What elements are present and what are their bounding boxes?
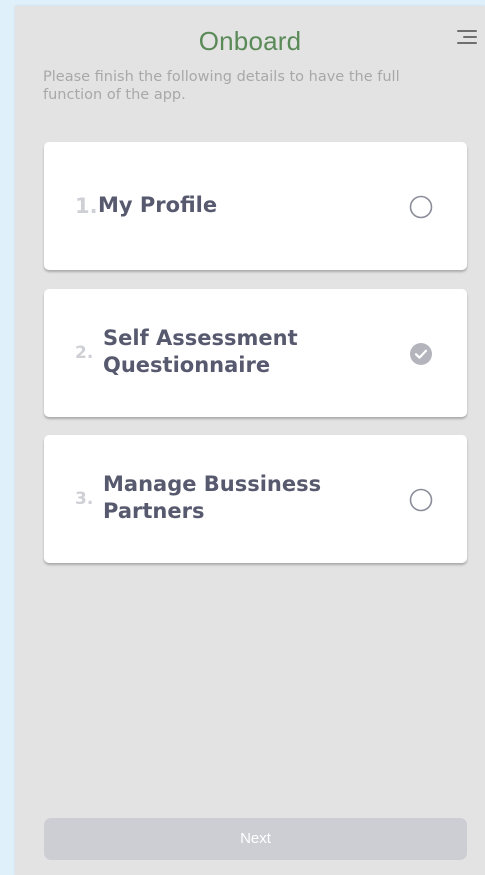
step-card-business-partners[interactable]: 3. Manage Bussiness Partners: [44, 435, 467, 563]
intro-text: Please finish the following details to h…: [43, 69, 400, 103]
step-number: 2.: [75, 343, 94, 363]
onboard-screen: Onboard Please finish the following deta…: [15, 6, 485, 875]
step-label: Manage Bussiness Partners: [103, 472, 322, 523]
menu-icon: [457, 30, 477, 44]
step-label: Self Assessment Questionnaire: [103, 326, 298, 377]
page-title: Onboard: [198, 26, 302, 56]
next-button[interactable]: Next: [44, 818, 467, 860]
check-circle-icon: [410, 343, 432, 365]
step-label: My Profile: [98, 193, 218, 217]
step-number: 3.: [75, 489, 94, 509]
empty-circle-icon: [409, 195, 433, 219]
step-card-self-assessment[interactable]: 2. Self Assessment Questionnaire: [44, 289, 467, 417]
menu-button[interactable]: [456, 28, 478, 46]
empty-circle-icon: [409, 488, 433, 512]
step-number: 1.: [75, 194, 98, 218]
step-card-my-profile[interactable]: 1. My Profile: [44, 142, 467, 270]
